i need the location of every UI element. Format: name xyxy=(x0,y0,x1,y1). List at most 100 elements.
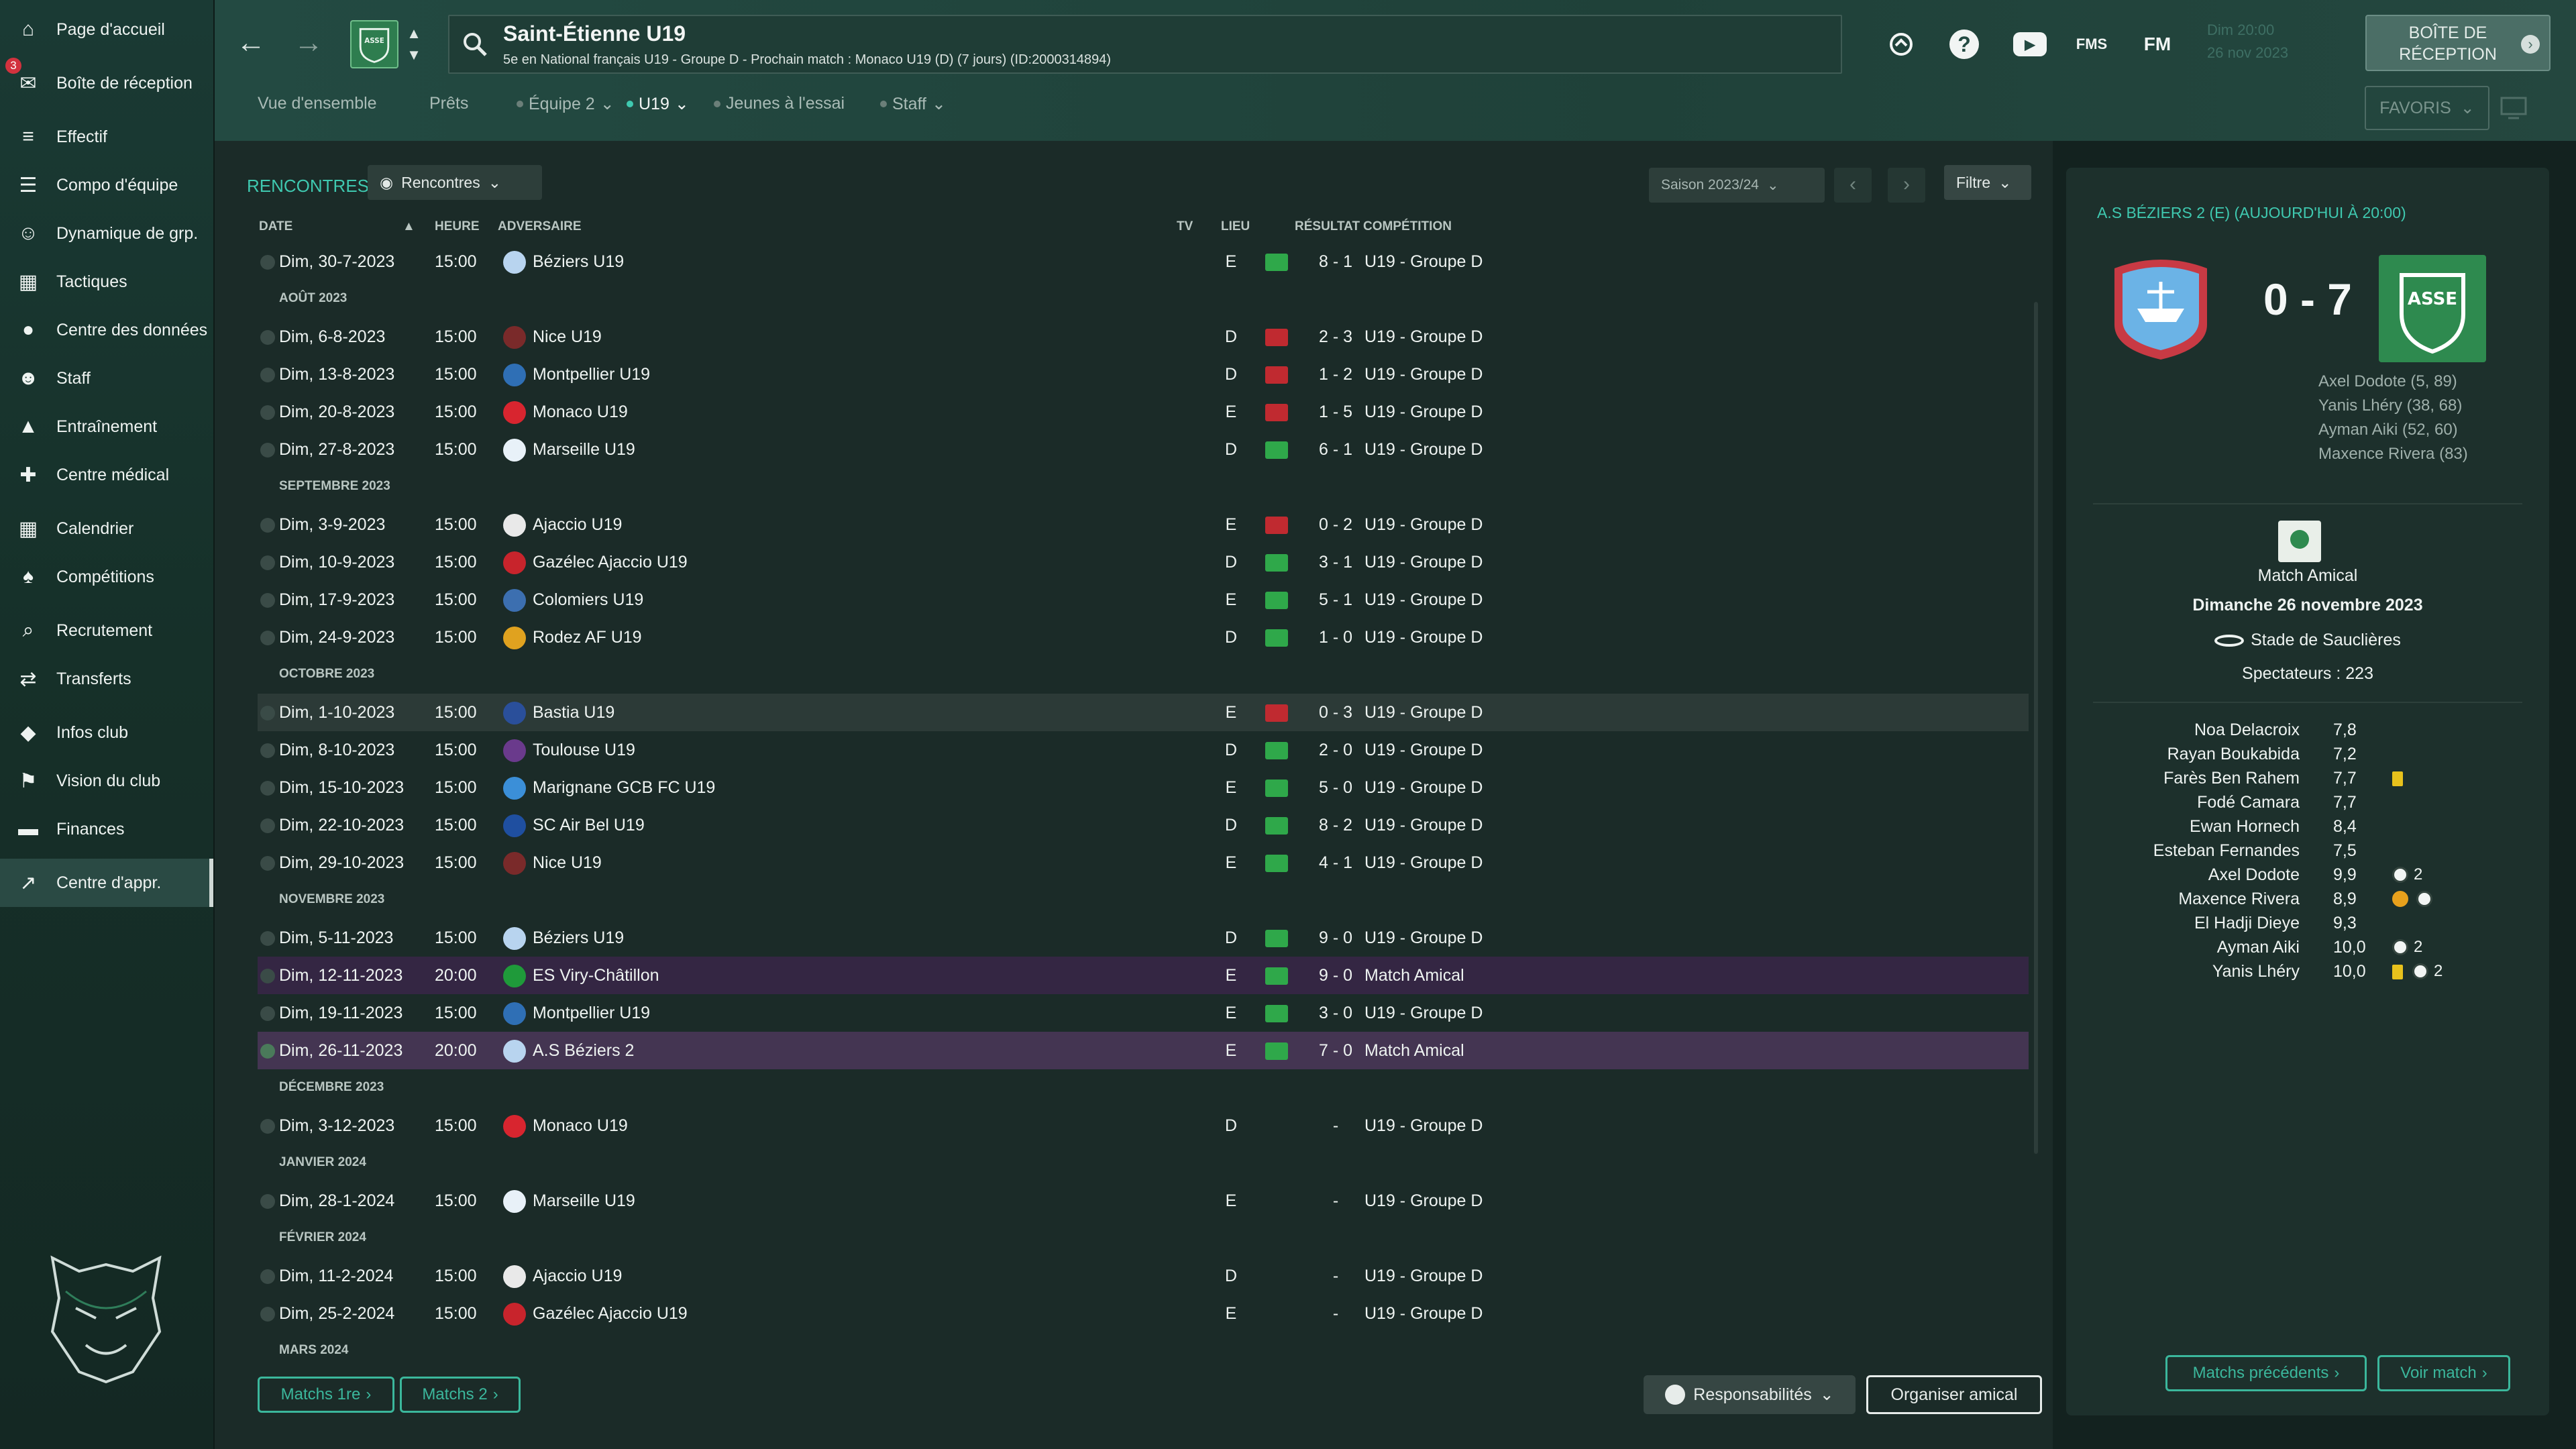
fixture-row[interactable]: Dim, 13-8-2023 15:00 Montpellier U19 D 1 - 2… xyxy=(258,356,2029,393)
column-header-tv[interactable]: TV xyxy=(1177,219,1193,234)
player-name[interactable]: Maxence Rivera xyxy=(2178,890,2300,909)
sidebar-item-1[interactable]: ⌂ Page d'accueil xyxy=(0,5,213,54)
fixture-row[interactable]: Dim, 1-10-2023 15:00 Bastia U19 E 0 - 3 U19 -… xyxy=(258,694,2029,731)
fixture-opponent[interactable]: Rodez AF U19 xyxy=(533,628,642,647)
sidebar-item-18[interactable]: ↗ Centre d'appr. xyxy=(0,859,213,907)
fixture-row[interactable]: Dim, 12-11-2023 20:00 ES Viry-Châtillon E 9 … xyxy=(258,957,2029,994)
fixture-scrollbar[interactable] xyxy=(2034,302,2038,1154)
fixture-result[interactable]: 7 - 0 xyxy=(1304,1041,1367,1061)
sidebar-item-12[interactable]: ♠ Compétitions xyxy=(0,553,213,601)
fixture-opponent[interactable]: Nice U19 xyxy=(533,327,602,347)
fixture-row[interactable]: Dim, 5-11-2023 15:00 Béziers U19 D 9 - 0 U19 … xyxy=(258,919,2029,957)
sidebar-item-5[interactable]: ☺ Dynamique de grp. xyxy=(0,209,213,258)
fixture-opponent[interactable]: Toulouse U19 xyxy=(533,741,635,760)
sidebar-item-8[interactable]: ☻ Staff xyxy=(0,354,213,402)
tab-3[interactable]: Équipe 2 ⌄ xyxy=(517,94,614,114)
fixture-opponent[interactable]: Colomiers U19 xyxy=(533,590,643,610)
fixture-competition[interactable]: U19 - Groupe D xyxy=(1364,1191,1483,1211)
club-crest-button[interactable]: ASSE xyxy=(350,20,398,68)
arrange-friendly-button[interactable]: Organiser amical xyxy=(1866,1375,2042,1414)
fixture-opponent[interactable]: Montpellier U19 xyxy=(533,365,650,384)
player-name[interactable]: Axel Dodote xyxy=(2208,865,2300,885)
fixture-result[interactable]: - xyxy=(1304,1116,1367,1136)
fixture-competition[interactable]: U19 - Groupe D xyxy=(1364,440,1483,460)
sidebar-item-6[interactable]: ▦ Tactiques xyxy=(0,258,213,306)
fixture-result[interactable]: 1 - 2 xyxy=(1304,365,1367,384)
fixture-row[interactable]: Dim, 25-2-2024 15:00 Gazélec Ajaccio U19 E -… xyxy=(258,1295,2029,1332)
fixture-opponent[interactable]: Marignane GCB FC U19 xyxy=(533,778,715,798)
player-name[interactable]: Esteban Fernandes xyxy=(2153,841,2300,861)
sidebar-item-4[interactable]: ☰ Compo d'équipe xyxy=(0,161,213,209)
fixture-result[interactable]: 5 - 1 xyxy=(1304,590,1367,610)
fixture-opponent[interactable]: Bastia U19 xyxy=(533,703,614,722)
fixture-competition[interactable]: U19 - Groupe D xyxy=(1364,365,1483,384)
fixture-result[interactable]: 4 - 1 xyxy=(1304,853,1367,873)
tab-1[interactable]: Vue d'ensemble xyxy=(258,94,377,113)
fixture-result[interactable]: 0 - 3 xyxy=(1304,703,1367,722)
tab-4[interactable]: U19 ⌄ xyxy=(627,94,689,114)
sidebar-item-15[interactable]: ◆ Infos club xyxy=(0,708,213,757)
column-header-result[interactable]: RÉSULTAT xyxy=(1295,219,1360,234)
continue-inbox-button[interactable]: BOÎTE DE RÉCEPTION › xyxy=(2365,15,2551,71)
help-icon[interactable]: ? xyxy=(1945,25,1983,63)
fixture-row[interactable]: Dim, 3-12-2023 15:00 Monaco U19 D - U19 - Gro… xyxy=(258,1107,2029,1144)
fixture-opponent[interactable]: Nice U19 xyxy=(533,853,602,873)
player-name[interactable]: Noa Delacroix xyxy=(2194,720,2300,740)
fixture-row[interactable]: Dim, 17-9-2023 15:00 Colomiers U19 E 5 - 1 U1… xyxy=(258,581,2029,619)
view-match-button[interactable]: Voir match › xyxy=(2377,1355,2510,1391)
fixture-result[interactable]: 5 - 0 xyxy=(1304,778,1367,798)
fixture-competition[interactable]: U19 - Groupe D xyxy=(1364,628,1483,647)
sidebar-item-17[interactable]: ▬ Finances xyxy=(0,805,213,853)
matches-first-team-button[interactable]: Matchs 1re › xyxy=(258,1377,394,1413)
sidebar-item-10[interactable]: ✚ Centre médical xyxy=(0,451,213,499)
fixture-competition[interactable]: U19 - Groupe D xyxy=(1364,553,1483,572)
fixture-row[interactable]: Dim, 28-1-2024 15:00 Marseille U19 E - U19 - … xyxy=(258,1182,2029,1220)
sidebar-item-11[interactable]: ▦ Calendrier xyxy=(0,504,213,553)
sidebar-item-9[interactable]: ▲ Entraînement xyxy=(0,402,213,451)
fixture-opponent[interactable]: Ajaccio U19 xyxy=(533,515,622,535)
fixture-row[interactable]: Dim, 24-9-2023 15:00 Rodez AF U19 D 1 - 0 U19… xyxy=(258,619,2029,656)
fixture-competition[interactable]: Match Amical xyxy=(1364,966,1464,985)
previous-matches-button[interactable]: Matchs précédents › xyxy=(2165,1355,2367,1391)
fixture-row[interactable]: Dim, 27-8-2023 15:00 Marseille U19 D 6 - 1 U1… xyxy=(258,431,2029,468)
fixture-competition[interactable]: Match Amical xyxy=(1364,1041,1464,1061)
fixture-opponent[interactable]: Béziers U19 xyxy=(533,928,624,948)
fixture-competition[interactable]: U19 - Groupe D xyxy=(1364,816,1483,835)
fixture-competition[interactable]: U19 - Groupe D xyxy=(1364,590,1483,610)
fixture-row[interactable]: Dim, 22-10-2023 15:00 SC Air Bel U19 D 8 - 2… xyxy=(258,806,2029,844)
sidebar-item-13[interactable]: ⌕ Recrutement xyxy=(0,606,213,655)
fixture-result[interactable]: 2 - 3 xyxy=(1304,327,1367,347)
view-dropdown[interactable]: ◉ Rencontres ⌄ xyxy=(368,165,542,200)
fixture-result[interactable]: - xyxy=(1304,1191,1367,1211)
fixture-opponent[interactable]: Monaco U19 xyxy=(533,1116,628,1136)
fixture-opponent[interactable]: Ajaccio U19 xyxy=(533,1267,622,1286)
club-switcher-arrows[interactable]: ▲ ▼ xyxy=(404,23,424,68)
fixture-competition[interactable]: U19 - Groupe D xyxy=(1364,252,1483,272)
fixture-row[interactable]: Dim, 20-8-2023 15:00 Monaco U19 E 1 - 5 U19 -… xyxy=(258,393,2029,431)
responsibilities-button[interactable]: Responsabilités ⌄ xyxy=(1644,1375,1856,1414)
fixture-opponent[interactable]: Béziers U19 xyxy=(533,252,624,272)
fixture-row[interactable]: Dim, 3-9-2023 15:00 Ajaccio U19 E 0 - 2 U19 -… xyxy=(258,506,2029,543)
fixture-opponent[interactable]: Marseille U19 xyxy=(533,440,635,460)
fixture-row[interactable]: Dim, 11-2-2024 15:00 Ajaccio U19 D - U19 - Gr… xyxy=(258,1257,2029,1295)
sidebar-item-3[interactable]: ≡ Effectif xyxy=(0,113,213,161)
fixture-row[interactable]: Dim, 6-8-2023 15:00 Nice U19 D 2 - 3 U19 - Gr… xyxy=(258,318,2029,356)
player-name[interactable]: Ayman Aiki xyxy=(2217,938,2300,957)
fixture-opponent[interactable]: ES Viry-Châtillon xyxy=(533,966,659,985)
sidebar-item-16[interactable]: ⚑ Vision du club xyxy=(0,757,213,805)
fixture-row[interactable]: Dim, 30-7-2023 15:00 Béziers U19 E 8 - 1 U19 … xyxy=(258,243,2029,280)
search-icon[interactable] xyxy=(462,31,488,58)
column-header-time[interactable]: HEURE xyxy=(435,219,480,234)
fixture-result[interactable]: 6 - 1 xyxy=(1304,440,1367,460)
column-header-date[interactable]: DATE xyxy=(259,219,292,234)
fixture-competition[interactable]: U19 - Groupe D xyxy=(1364,1004,1483,1023)
fixture-result[interactable]: 9 - 0 xyxy=(1304,928,1367,948)
column-header-competition[interactable]: COMPÉTITION xyxy=(1363,219,1452,234)
back-arrow-icon[interactable]: ← xyxy=(231,23,271,63)
fixture-row[interactable]: Dim, 29-10-2023 15:00 Nice U19 E 4 - 1 U19 - … xyxy=(258,844,2029,881)
fixture-row[interactable]: Dim, 15-10-2023 15:00 Marignane GCB FC U19… xyxy=(258,769,2029,806)
player-name[interactable]: Fodé Camara xyxy=(2197,793,2300,812)
screen-icon[interactable] xyxy=(2499,93,2528,122)
fixture-opponent[interactable]: Marseille U19 xyxy=(533,1191,635,1211)
player-name[interactable]: El Hadji Dieye xyxy=(2194,914,2300,933)
